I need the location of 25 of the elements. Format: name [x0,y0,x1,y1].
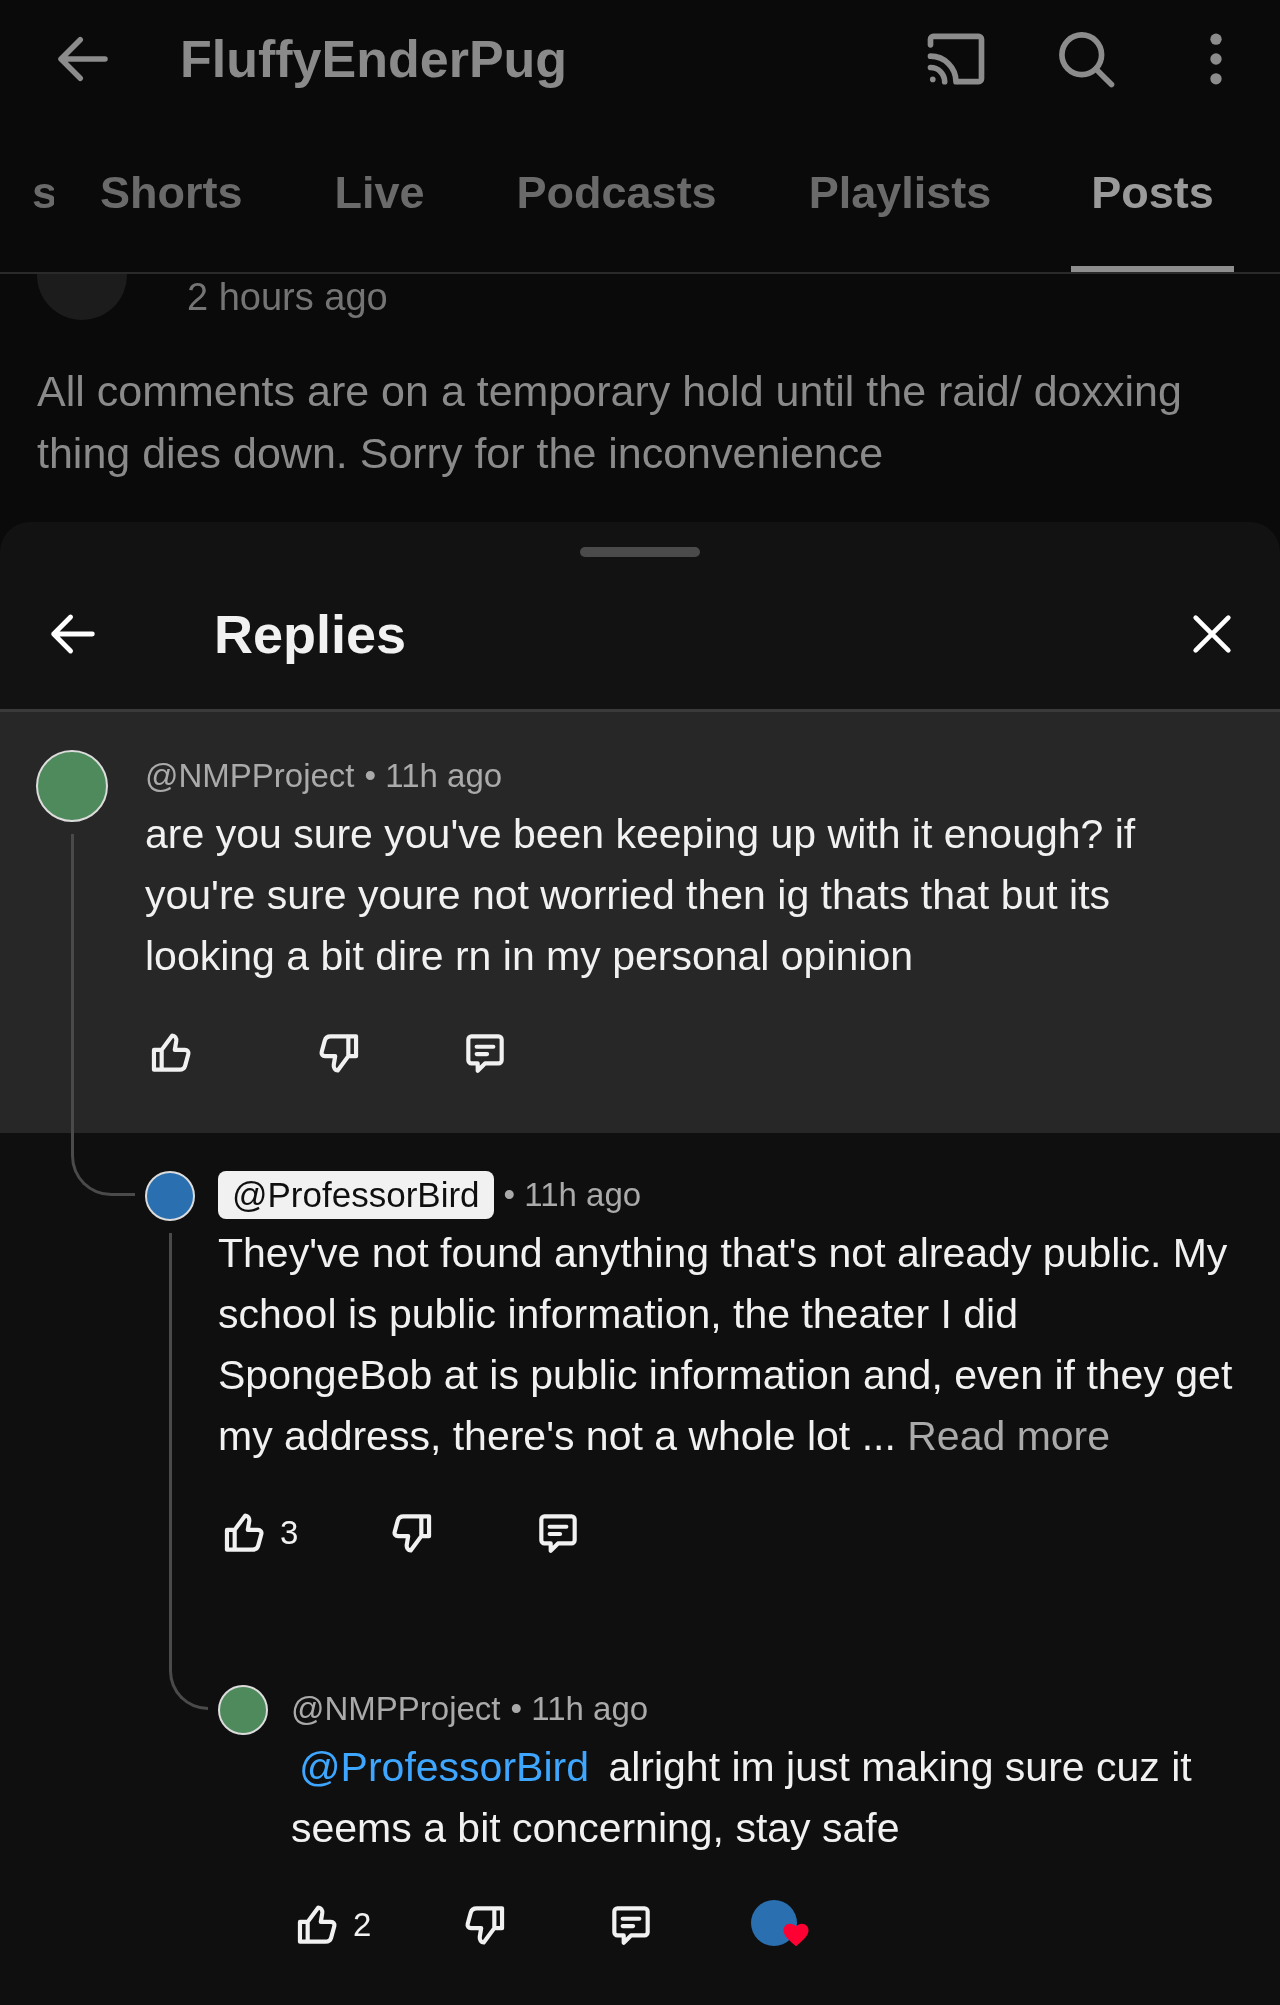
post-text: All comments are on a temporary hold until the raid/ doxxing thing dies down. Sorry for the inconvenience [37,366,1183,479]
sheet-title: Replies [214,603,407,665]
comment-time: • 11h ago [503,1176,642,1214]
channel-tab[interactable]: Playlists [762,118,1038,272]
like-count: 2 [353,1906,372,1944]
channel-tab[interactable]: Posts [1071,118,1234,272]
user-avatar[interactable] [145,1171,195,1221]
comment-author[interactable]: @ProfessorBird [218,1171,494,1219]
channel-tab[interactable]: Live [288,118,471,272]
like-count: 3 [280,1514,299,1552]
comment-time: • 11h ago [364,757,503,795]
comment-time: • 11h ago [510,1690,649,1728]
comment-author[interactable]: @NMPProject [145,757,355,795]
comment-text: They've not found anything that's not already public. My school is public information, the theater I did SpongeBob at is public information and, even if they get my address, there's not a whole lot ... Read more [218,1229,1234,1461]
channel-tab[interactable]: Shorts [54,118,289,272]
mention-link[interactable]: @ProfessorBird [291,1744,597,1790]
read-more-link[interactable]: Read more [907,1413,1111,1459]
channel-title: FluffyEnderPug [180,29,568,89]
comment-text: are you sure you've been keeping up with it enough? if you're sure youre not worried then ig thats that but its looking a bit dire rn in my personal opinion [145,810,1137,981]
post-time: 2 hours ago [187,274,388,319]
channel-tab[interactable]: Podcasts [470,118,763,272]
drag-handle[interactable] [580,547,700,557]
comment-text: @ProfessorBird alright im just making sure cuz it seems a bit concerning, stay safe [291,1743,1193,1853]
user-avatar[interactable] [218,1685,268,1735]
comment-author[interactable]: @NMPProject [291,1690,501,1728]
